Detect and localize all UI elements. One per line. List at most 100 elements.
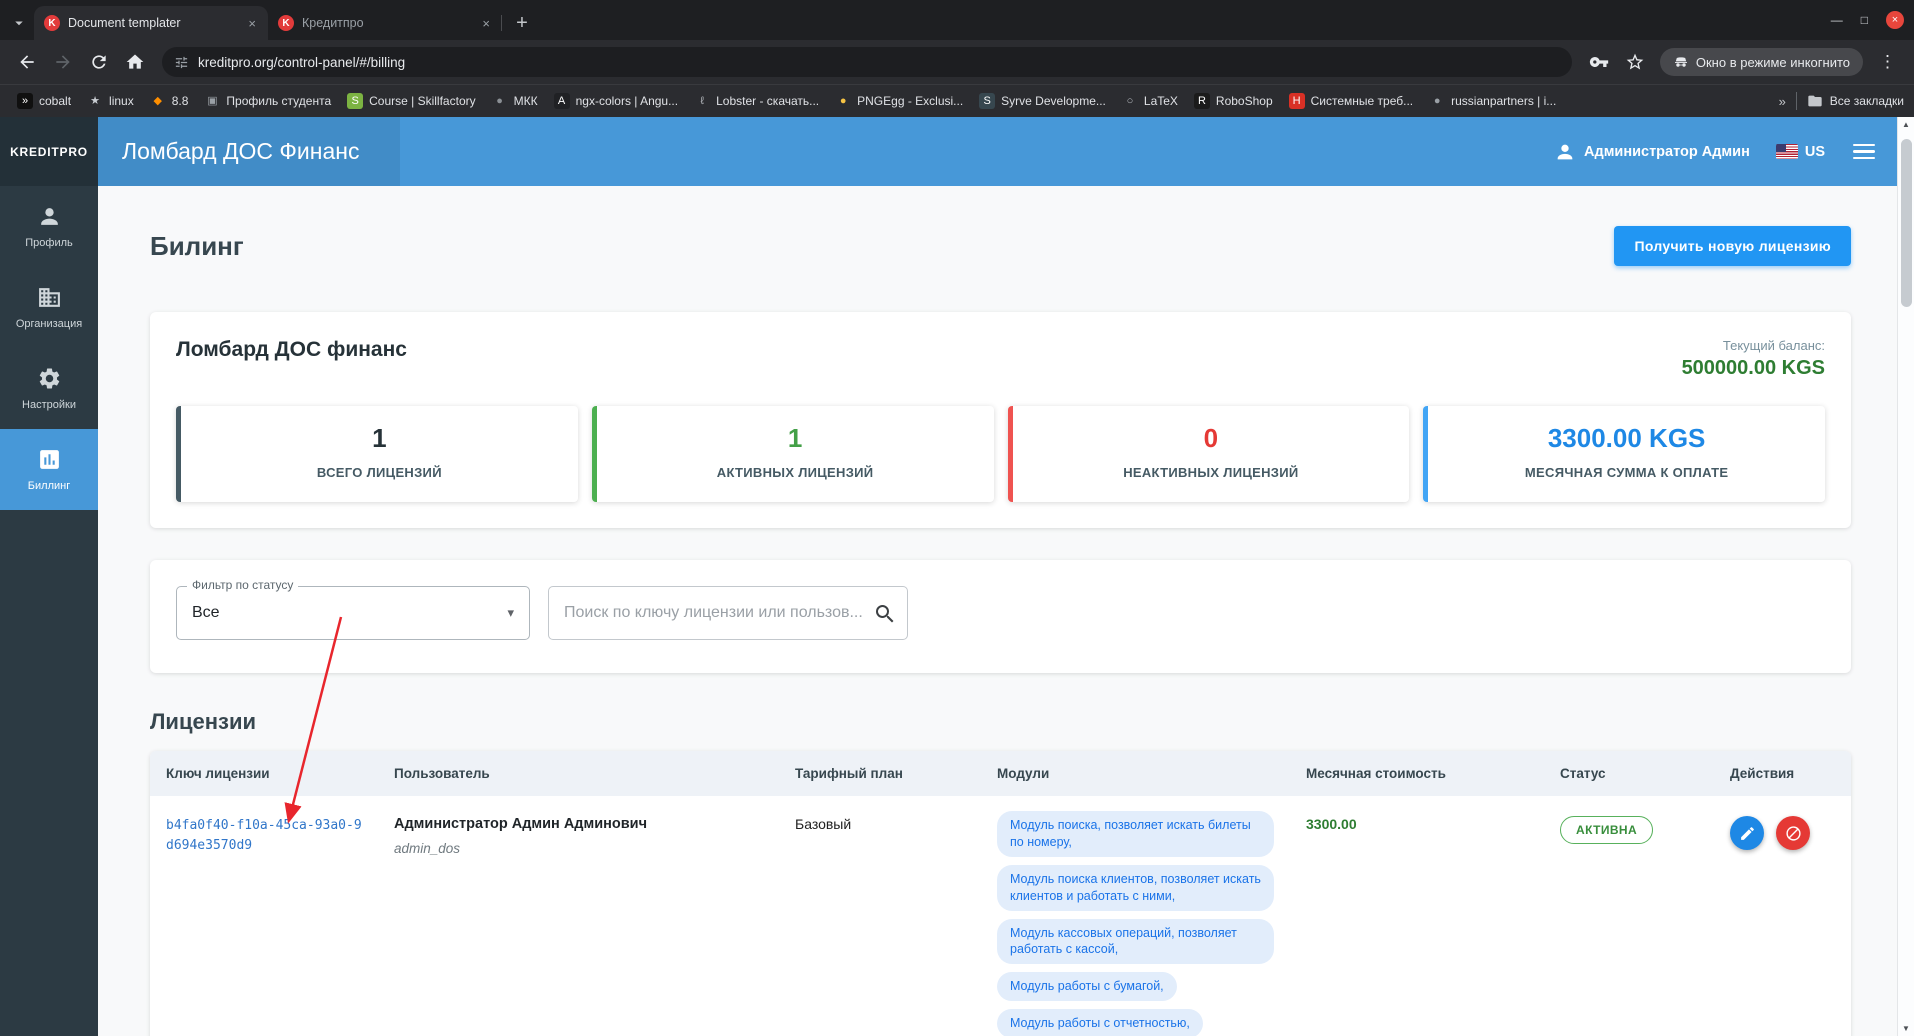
- bookmark-label: linux: [109, 94, 134, 108]
- module-chip: Модуль кассовых операций, позволяет рабо…: [997, 919, 1274, 965]
- tab-close-icon[interactable]: ×: [246, 16, 258, 31]
- bookmark-star-button[interactable]: [1618, 45, 1652, 79]
- page-scrollbar[interactable]: ▲ ▼: [1897, 117, 1914, 1036]
- edit-license-button[interactable]: [1730, 816, 1764, 850]
- bookmark-item[interactable]: ▣ Профиль студента: [197, 89, 338, 113]
- browser-tab-active[interactable]: K Document templater ×: [34, 6, 268, 40]
- bookmark-item[interactable]: H Системные треб...: [1282, 89, 1421, 113]
- get-new-license-button[interactable]: Получить новую лицензию: [1614, 226, 1851, 266]
- window-minimize-button[interactable]: —: [1831, 13, 1843, 27]
- home-button[interactable]: [118, 45, 152, 79]
- license-modules: Модуль поиска, позволяет искать билеты п…: [981, 796, 1290, 1036]
- page-title: Билинг: [150, 231, 244, 262]
- bookmark-item[interactable]: ◆ 8.8: [143, 89, 196, 113]
- license-search-input[interactable]: [549, 587, 907, 639]
- app-window: KREDITPRO Профиль Организация Настройки …: [0, 117, 1914, 1036]
- block-license-button[interactable]: [1776, 816, 1810, 850]
- window-close-button[interactable]: ×: [1886, 11, 1904, 29]
- module-chip: Модуль работы с отчетностью,: [997, 1009, 1203, 1036]
- bookmark-favicon: ◆: [150, 93, 166, 109]
- bookmark-favicon: ★: [87, 93, 103, 109]
- bookmark-label: Системные треб...: [1311, 94, 1414, 108]
- bookmarks-overflow-button[interactable]: »: [1779, 94, 1786, 109]
- sidebar-item-billing[interactable]: Биллинг: [0, 429, 98, 510]
- url-bar[interactable]: kreditpro.org/control-panel/#/billing: [162, 47, 1572, 77]
- scrollbar-down-arrow[interactable]: ▼: [1898, 1024, 1914, 1033]
- site-settings-icon[interactable]: [174, 55, 189, 70]
- column-header: Пользователь: [378, 751, 779, 796]
- bookmark-item[interactable]: ℓ Lobster - скачать...: [687, 89, 826, 113]
- bookmark-item[interactable]: ● PNGEgg - Exclusi...: [828, 89, 970, 113]
- forward-icon: [53, 52, 73, 72]
- browser-tabstrip: K Document templater × K Кредитпро × + —…: [0, 0, 1914, 40]
- language-switcher[interactable]: US: [1776, 144, 1825, 160]
- bookmark-item[interactable]: S Syrve Developme...: [972, 89, 1113, 113]
- bookmark-label: LaTeX: [1144, 94, 1178, 108]
- tab-close-icon[interactable]: ×: [480, 16, 492, 31]
- sidebar-item-profile[interactable]: Профиль: [0, 186, 98, 267]
- forward-button[interactable]: [46, 45, 80, 79]
- person-icon: [37, 204, 62, 229]
- block-icon: [1785, 825, 1802, 842]
- status-filter-label: Фильтр по статусу: [187, 578, 298, 592]
- sidebar-item-settings[interactable]: Настройки: [0, 348, 98, 429]
- stat-label: МЕСЯЧНАЯ СУММА К ОПЛАТЕ: [1438, 465, 1815, 480]
- incognito-label: Окно в режиме инкогнито: [1696, 55, 1850, 70]
- bookmark-label: russianpartners | i...: [1451, 94, 1556, 108]
- bookmark-favicon: H: [1289, 93, 1305, 109]
- bookmarks-bar: » cobalt ★ linux ◆ 8.8 ▣ Профиль студент…: [0, 84, 1914, 117]
- window-maximize-button[interactable]: □: [1861, 13, 1868, 27]
- license-user-login: admin_dos: [394, 841, 763, 856]
- stat-value: 1: [607, 423, 984, 454]
- bookmark-label: Course | Skillfactory: [369, 94, 475, 108]
- status-filter-value: Все: [192, 604, 220, 622]
- browser-toolbar: kreditpro.org/control-panel/#/billing Ок…: [0, 40, 1914, 84]
- browser-tab-inactive[interactable]: K Кредитпро ×: [268, 6, 502, 40]
- scrollbar-up-arrow[interactable]: ▲: [1898, 120, 1914, 129]
- filter-card: Фильтр по статусу Все ▾: [150, 560, 1851, 673]
- license-monthly-cost: 3300.00: [1290, 796, 1544, 1036]
- menu-hamburger-button[interactable]: [1853, 144, 1875, 160]
- column-header: Тарифный план: [779, 751, 981, 796]
- bookmark-item[interactable]: ○ LaTeX: [1115, 89, 1185, 113]
- bookmark-item[interactable]: ● МКК: [485, 89, 545, 113]
- bookmark-item[interactable]: A ngx-colors | Angu...: [547, 89, 686, 113]
- license-key-link[interactable]: b4fa0f40-f10a-45ca-93a0-9d694e3570d9: [166, 816, 362, 856]
- bookmark-item[interactable]: S Course | Skillfactory: [340, 89, 482, 113]
- bookmark-favicon: ▣: [204, 93, 220, 109]
- person-icon: [1554, 141, 1576, 163]
- sidebar-item-organization[interactable]: Организация: [0, 267, 98, 348]
- bookmark-label: Профиль студента: [226, 94, 331, 108]
- column-header: Месячная стоимость: [1290, 751, 1544, 796]
- license-row: b4fa0f40-f10a-45ca-93a0-9d694e3570d9 Адм…: [150, 796, 1851, 1036]
- star-icon: [1625, 52, 1645, 72]
- browser-menu-button[interactable]: ⋮: [1871, 52, 1904, 72]
- reload-button[interactable]: [82, 45, 116, 79]
- new-tab-button[interactable]: +: [508, 9, 536, 37]
- sidebar-item-label: Настройки: [22, 399, 76, 411]
- url-text[interactable]: kreditpro.org/control-panel/#/billing: [198, 55, 405, 70]
- bookmark-item[interactable]: ● russianpartners | i...: [1422, 89, 1563, 113]
- all-bookmarks-button[interactable]: Все закладки: [1807, 93, 1904, 109]
- column-header: Ключ лицензии: [150, 751, 378, 796]
- status-filter-select[interactable]: Фильтр по статусу Все ▾: [176, 586, 530, 640]
- module-chip: Модуль поиска клиентов, позволяет искать…: [997, 865, 1274, 911]
- licenses-heading: Лицензии: [150, 709, 1851, 735]
- tab-search-button[interactable]: [4, 6, 34, 40]
- scrollbar-thumb[interactable]: [1901, 139, 1912, 307]
- bookmark-item[interactable]: » cobalt: [10, 89, 78, 113]
- bookmark-favicon: ●: [492, 93, 508, 109]
- stat-active-licenses: 1 АКТИВНЫХ ЛИЦЕНЗИЙ: [592, 406, 994, 502]
- chevron-down-icon: [10, 14, 28, 32]
- key-icon: [1589, 52, 1609, 72]
- app-header: Ломбард ДОС Финанс Администратор Админ U…: [98, 117, 1897, 186]
- stat-value: 0: [1023, 423, 1400, 454]
- back-button[interactable]: [10, 45, 44, 79]
- stat-total-licenses: 1 ВСЕГО ЛИЦЕНЗИЙ: [176, 406, 578, 502]
- bookmark-item[interactable]: ★ linux: [80, 89, 141, 113]
- current-user-button[interactable]: Администратор Админ: [1554, 141, 1750, 163]
- bookmark-favicon: S: [347, 93, 363, 109]
- bookmark-item[interactable]: R RoboShop: [1187, 89, 1280, 113]
- passwords-button[interactable]: [1582, 45, 1616, 79]
- search-icon[interactable]: [873, 602, 897, 626]
